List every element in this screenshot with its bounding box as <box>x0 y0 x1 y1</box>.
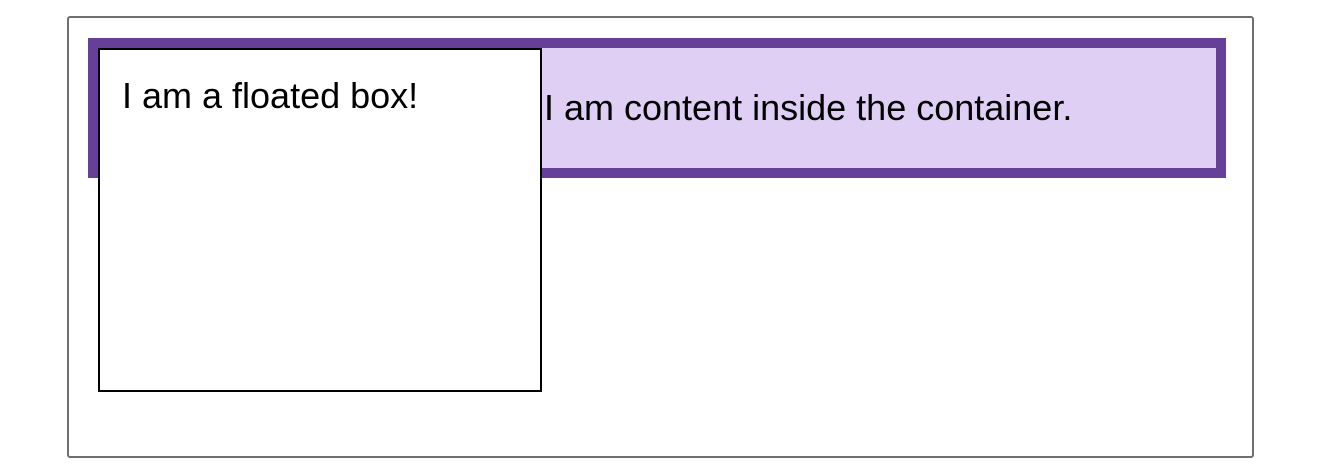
container-text: I am content inside the container. <box>544 87 1073 128</box>
floated-box: I am a floated box! <box>98 48 542 392</box>
floated-box-text: I am a floated box! <box>122 75 419 116</box>
